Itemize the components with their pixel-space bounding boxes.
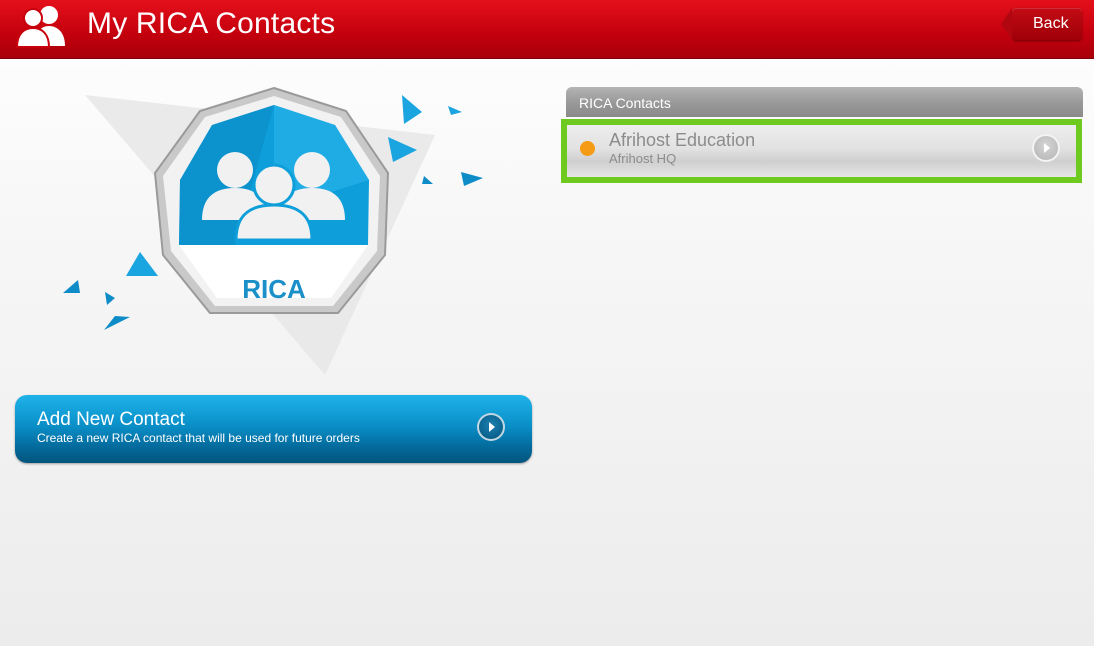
- decor-triangle: [402, 95, 422, 124]
- chevron-right-icon: [1032, 134, 1060, 162]
- badge-label: RICA: [242, 274, 306, 304]
- status-dot: [580, 141, 595, 156]
- rica-contacts-panel: RICA Contacts Afrihost Education Afrihos…: [561, 87, 1083, 183]
- contact-name: Afrihost Education: [609, 130, 756, 150]
- rica-badge: RICA: [55, 80, 495, 380]
- header-bar: My RICA Contacts Back: [0, 0, 1094, 59]
- decor-triangle: [448, 106, 462, 115]
- contact-subtitle: Afrihost HQ: [609, 151, 677, 166]
- contacts-panel-title: RICA Contacts: [579, 95, 671, 111]
- decor-triangle: [63, 280, 80, 293]
- add-contact-title: Add New Contact: [37, 409, 185, 430]
- decor-triangle: [422, 176, 433, 184]
- back-button[interactable]: Back: [1001, 8, 1082, 40]
- back-button-label: Back: [1033, 15, 1069, 32]
- decor-triangle: [126, 252, 158, 276]
- decor-triangle: [104, 316, 130, 330]
- add-contact-subtitle: Create a new RICA contact that will be u…: [37, 431, 360, 445]
- decor-triangle: [105, 292, 115, 305]
- chevron-right-icon: [477, 413, 505, 441]
- contacts-panel-header: RICA Contacts: [566, 87, 1083, 117]
- contacts-icon: [15, 6, 65, 48]
- add-new-contact-button[interactable]: Add New Contact Create a new RICA contac…: [15, 395, 532, 463]
- decor-triangle: [461, 172, 483, 186]
- contact-row[interactable]: Afrihost Education Afrihost HQ: [561, 119, 1082, 183]
- page-title: My RICA Contacts: [87, 7, 336, 40]
